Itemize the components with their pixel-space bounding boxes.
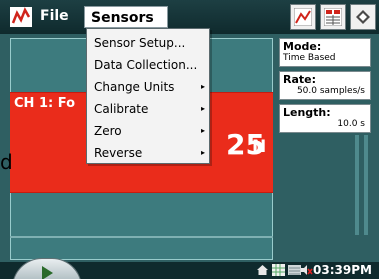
graph-view-button[interactable]: [290, 4, 316, 30]
length-value: 10.0 s: [337, 119, 365, 129]
table-view-button[interactable]: [320, 4, 346, 30]
clock: 03:39PM: [313, 263, 372, 277]
length-box: Length: 10.0 s: [279, 104, 371, 133]
menu-item-label: Calibrate: [94, 102, 149, 116]
mode-title: Mode:: [283, 40, 322, 53]
brand-watermark-icon: [355, 135, 368, 235]
volume-muted-icon[interactable]: [300, 264, 313, 276]
meter-view-icon: [356, 10, 370, 24]
sensors-menu[interactable]: Sensors: [84, 6, 168, 28]
table-view-icon: [324, 8, 342, 26]
rate-value: 50.0 samples/s: [296, 86, 365, 96]
mode-value: Time Based: [283, 53, 336, 63]
sensors-dropdown: Sensor Setup... Data Collection... Chang…: [86, 28, 210, 164]
submenu-arrow-icon: ▸: [200, 126, 205, 135]
mode-box: Mode: Time Based: [279, 38, 371, 67]
submenu-arrow-icon: ▸: [200, 148, 205, 157]
menu-item-label: Data Collection...: [94, 58, 198, 72]
submenu-arrow-icon: ▸: [200, 104, 205, 113]
file-menu[interactable]: File: [40, 8, 69, 24]
rate-title: Rate:: [283, 73, 317, 86]
menu-item-sensor-setup[interactable]: Sensor Setup...: [87, 32, 209, 54]
collection-info-panel[interactable]: Mode: Time Based Rate: 50.0 samples/s Le…: [279, 38, 371, 137]
grid-icon[interactable]: [272, 264, 285, 276]
app-logo-icon[interactable]: [10, 7, 32, 27]
menu-item-label: Sensor Setup...: [94, 36, 186, 50]
menu-item-zero[interactable]: Zero ▸: [87, 120, 209, 142]
menu-item-label: Reverse: [94, 146, 143, 160]
menu-item-label: Zero: [94, 124, 122, 138]
edge-text: d: [0, 150, 13, 174]
length-title: Length:: [283, 106, 331, 119]
menu-item-change-units[interactable]: Change Units ▸: [87, 76, 209, 98]
meter-unit: N: [252, 137, 267, 157]
home-icon[interactable]: [256, 264, 269, 276]
menu-item-label: Change Units: [94, 80, 175, 94]
channel-label: CH 1: Fo: [14, 96, 76, 111]
play-icon: [42, 266, 53, 279]
meter-view-button[interactable]: [350, 4, 376, 30]
device-screen: File Sensors CH 1: Fo 25 N Mode: Time Ba…: [0, 0, 379, 279]
graph-view-icon: [294, 8, 312, 26]
submenu-arrow-icon: ▸: [200, 82, 205, 91]
rate-box: Rate: 50.0 samples/s: [279, 71, 371, 100]
menu-item-calibrate[interactable]: Calibrate ▸: [87, 98, 209, 120]
menu-item-reverse[interactable]: Reverse ▸: [87, 142, 209, 164]
panel-divider: [10, 236, 273, 238]
menu-item-data-collection[interactable]: Data Collection...: [87, 54, 209, 76]
